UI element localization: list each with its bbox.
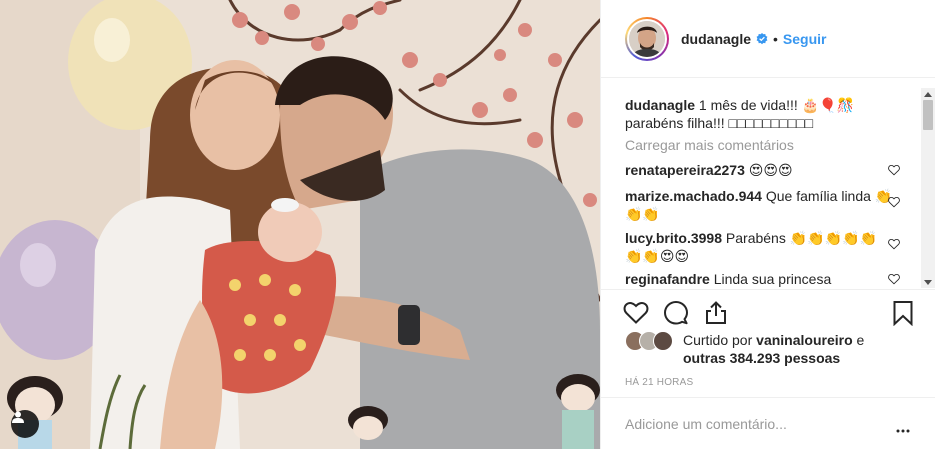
- instagram-post: dudanagle • Seguir dudanagle 1 mês de vi…: [0, 0, 935, 449]
- story-ring[interactable]: [625, 16, 669, 61]
- share-icon[interactable]: [703, 300, 729, 326]
- comments-list[interactable]: dudanagle 1 mês de vida!!! 🎂🎈🎊 parabéns …: [601, 88, 935, 288]
- comment-input[interactable]: [625, 415, 885, 432]
- post-header: dudanagle • Seguir: [601, 0, 935, 78]
- liker-avatars: [625, 331, 675, 351]
- comment-like-heart-icon[interactable]: [888, 164, 900, 176]
- comment-like-heart-icon[interactable]: [888, 273, 900, 285]
- follow-button[interactable]: Seguir: [783, 31, 827, 47]
- family-photo-illustration: [0, 0, 600, 449]
- comment-item: marize.machado.944 Que família linda 👏👏👏: [625, 187, 895, 223]
- comment-bubble-icon[interactable]: [663, 300, 689, 326]
- comment-like-heart-icon[interactable]: [888, 238, 900, 250]
- likes-summary: Curtido por vaninaloureiro e outras 384.…: [625, 331, 893, 367]
- comment-username[interactable]: lucy.brito.3998: [625, 230, 722, 246]
- load-more-comments-button[interactable]: Carregar mais comentários: [625, 137, 794, 153]
- post-side-panel: dudanagle • Seguir dudanagle 1 mês de vi…: [600, 0, 935, 449]
- add-comment-bar: [601, 397, 935, 449]
- post-actions-bar: [601, 289, 935, 337]
- scroll-up-arrow-icon[interactable]: [921, 88, 935, 100]
- post-timestamp[interactable]: HÁ 21 HORAS: [625, 377, 693, 388]
- verified-badge-icon: [756, 32, 768, 44]
- likes-text: Curtido por vaninaloureiro e outras 384.…: [683, 331, 893, 367]
- caption-username[interactable]: dudanagle: [625, 97, 695, 113]
- avatar[interactable]: [629, 20, 665, 57]
- comment-username[interactable]: renatapereira2273: [625, 162, 745, 178]
- comment-username[interactable]: marize.machado.944: [625, 188, 762, 204]
- likes-conjunction: e: [856, 332, 865, 348]
- likes-count[interactable]: outras 384.293 pessoas: [683, 350, 840, 366]
- scrollbar-thumb[interactable]: [923, 100, 933, 130]
- comment-item: renatapereira2273 😍😍😍: [625, 161, 895, 179]
- liked-by-prefix: Curtido por: [683, 332, 753, 348]
- bookmark-icon[interactable]: [890, 300, 916, 326]
- post-photo[interactable]: [0, 0, 600, 449]
- comment-username[interactable]: reginafandre: [625, 271, 710, 287]
- caption: dudanagle 1 mês de vida!!! 🎂🎈🎊 parabéns …: [625, 96, 913, 132]
- comment-text: Linda sua princesa: [713, 271, 832, 287]
- avatar[interactable]: [653, 331, 673, 351]
- comment-item: reginafandre Linda sua princesa: [625, 270, 895, 288]
- liker-username[interactable]: vaninaloureiro: [756, 332, 852, 348]
- author-username[interactable]: dudanagle: [681, 31, 751, 47]
- more-options-icon[interactable]: [896, 420, 910, 436]
- comments-scrollbar[interactable]: [921, 88, 935, 288]
- user-tag-icon[interactable]: [11, 410, 39, 438]
- heart-icon[interactable]: [623, 300, 649, 326]
- comment-item: lucy.brito.3998 Parabéns 👏👏👏👏👏 👏👏😍😍: [625, 229, 895, 265]
- scroll-down-arrow-icon[interactable]: [921, 276, 935, 288]
- comment-text: 😍😍😍: [748, 162, 793, 178]
- separator-dot: •: [773, 30, 778, 47]
- comment-like-heart-icon[interactable]: [888, 196, 900, 208]
